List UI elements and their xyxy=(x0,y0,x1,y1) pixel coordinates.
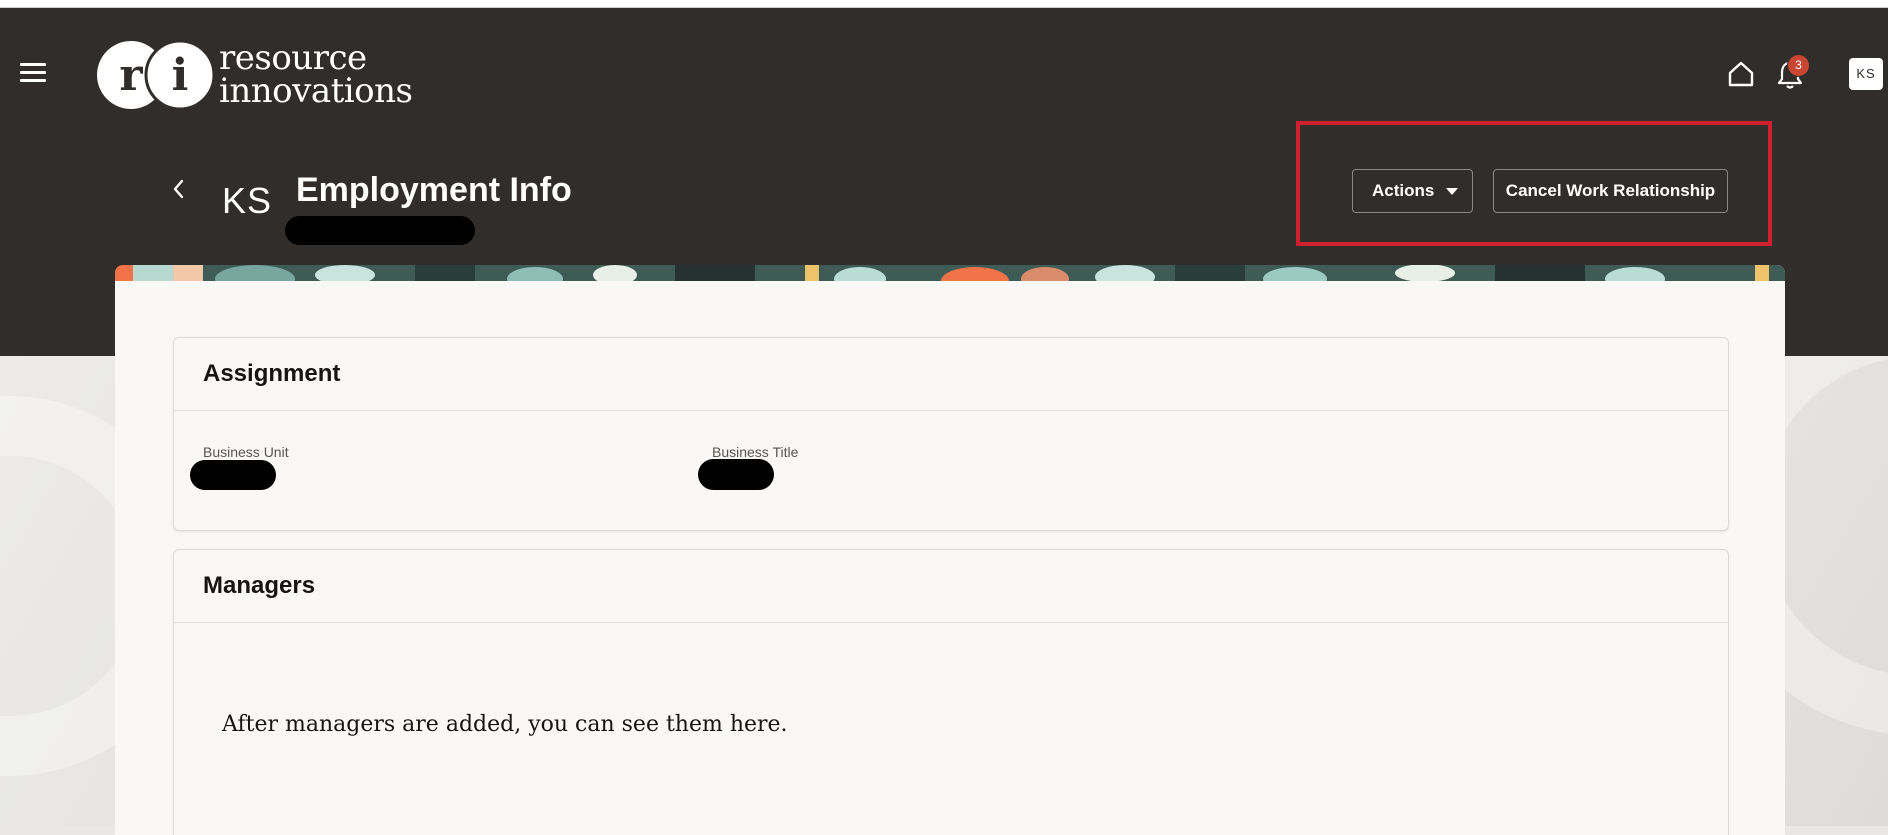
caret-down-icon xyxy=(1446,188,1458,195)
browser-top-strip xyxy=(0,0,1888,8)
managers-title: Managers xyxy=(203,572,316,599)
brand-logo[interactable]: r i resource innovations xyxy=(96,40,413,111)
page-title: Employment Info xyxy=(296,171,572,209)
assignment-title: Assignment xyxy=(203,360,341,387)
decorative-banner xyxy=(115,265,1785,281)
managers-card: Managers After managers are added, you c… xyxy=(173,549,1729,835)
card-divider xyxy=(174,410,1728,411)
card-divider xyxy=(174,622,1728,623)
brand-mark-icon: r i xyxy=(97,40,216,110)
back-chevron-icon[interactable] xyxy=(168,176,190,202)
menu-icon[interactable] xyxy=(20,63,46,83)
redacted-person-name xyxy=(285,216,475,245)
brand-name-line2: innovations xyxy=(219,71,413,111)
business-title-value-redacted xyxy=(698,459,774,490)
notification-count-badge: 3 xyxy=(1787,54,1810,77)
svg-text:i: i xyxy=(172,50,189,101)
business-unit-label: Business Unit xyxy=(203,444,289,460)
person-initials: KS xyxy=(222,180,273,221)
business-unit-value-redacted xyxy=(190,460,276,490)
business-title-label: Business Title xyxy=(712,444,799,460)
user-avatar[interactable]: KS xyxy=(1849,58,1883,90)
main-panel: Assignment Business Unit Business Title … xyxy=(115,265,1785,835)
managers-empty-message: After managers are added, you can see th… xyxy=(222,712,788,737)
assignment-card: Assignment Business Unit Business Title xyxy=(173,337,1729,531)
brand-name: resource innovations xyxy=(219,41,413,111)
svg-text:r: r xyxy=(119,50,143,101)
home-icon[interactable] xyxy=(1727,60,1755,88)
actions-button-label: Actions xyxy=(1372,181,1435,200)
cancel-work-relationship-button[interactable]: Cancel Work Relationship xyxy=(1493,169,1728,213)
actions-menu-button[interactable]: Actions xyxy=(1352,169,1473,213)
